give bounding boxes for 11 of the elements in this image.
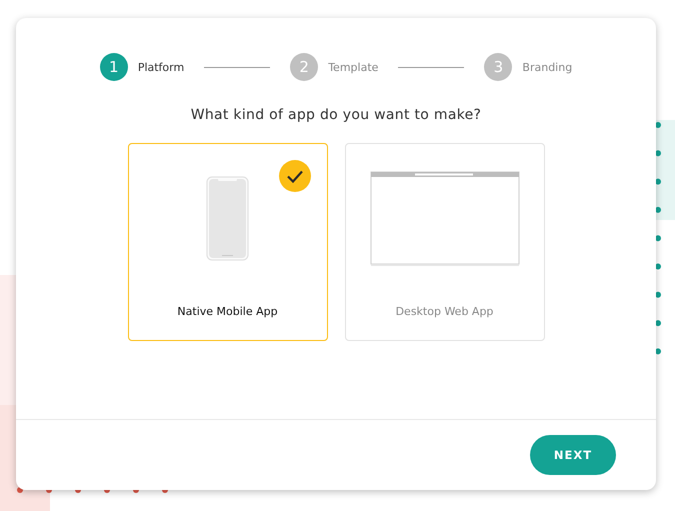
step-label: Branding (522, 60, 572, 74)
option-card[interactable]: Desktop Web App (344, 143, 544, 341)
step-label: Platform (138, 60, 184, 74)
next-button[interactable]: NEXT (530, 435, 616, 475)
option-card[interactable]: Native Mobile App (128, 143, 328, 341)
step-number: 3 (484, 53, 512, 81)
question-heading: What kind of app do you want to make? (190, 107, 482, 123)
step-number: 1 (100, 53, 128, 81)
checkmark-icon (278, 160, 310, 192)
step-number: 2 (290, 53, 318, 81)
step-label: Template (328, 60, 378, 74)
